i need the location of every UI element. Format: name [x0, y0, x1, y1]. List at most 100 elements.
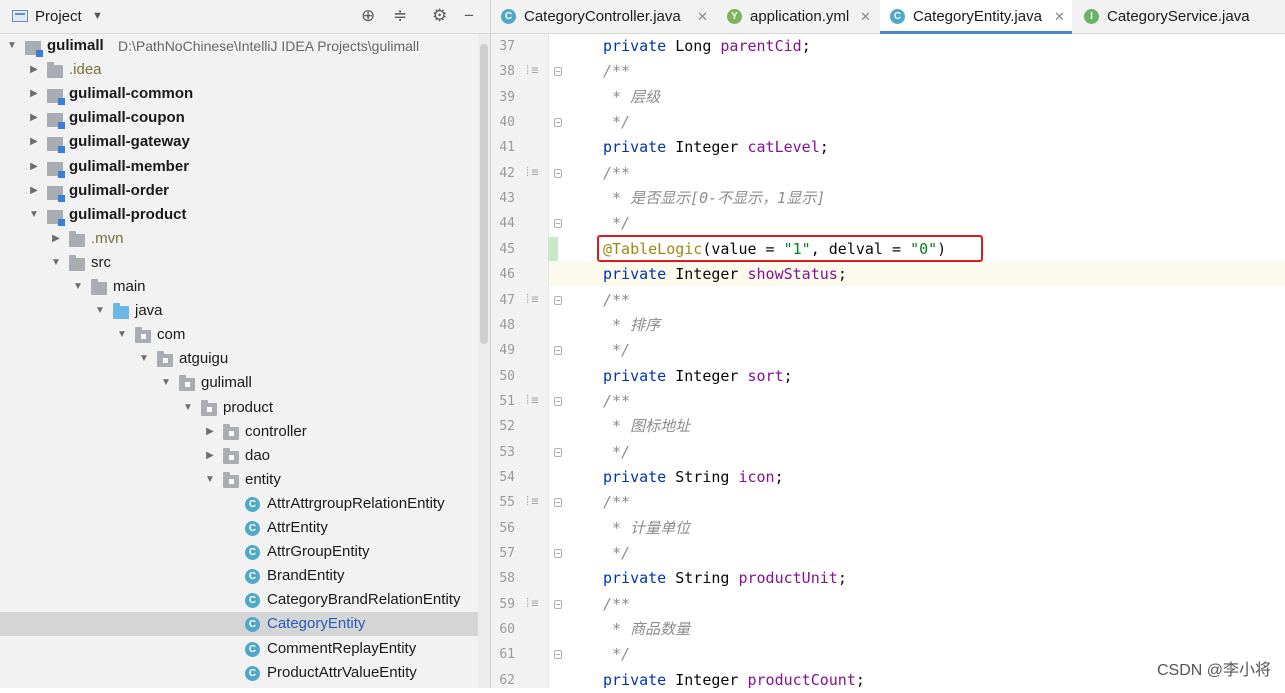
tree-item-controller[interactable]: ▶ controller — [0, 420, 478, 444]
tree-item-src[interactable]: ▼ src — [0, 251, 478, 275]
tree-item-entity[interactable]: ▼ entity — [0, 468, 478, 492]
close-icon[interactable]: ✕ — [1054, 0, 1065, 33]
collapsed-arrow-icon[interactable]: ▶ — [28, 58, 40, 82]
expanded-arrow-icon[interactable]: ▼ — [94, 299, 106, 323]
code-line[interactable]: /** — [603, 389, 630, 414]
collapsed-arrow-icon[interactable]: ▶ — [204, 444, 216, 468]
gear-icon[interactable]: ⚙ — [432, 7, 447, 25]
tab-application-yml[interactable]: Yapplication.yml ✕ — [717, 0, 878, 33]
tab-categoryentity-java[interactable]: C CategoryEntity.java ✕ — [880, 0, 1072, 34]
tree-scrollbar-thumb[interactable] — [480, 44, 488, 344]
code-line[interactable]: * 计量单位 — [603, 516, 690, 541]
code-line[interactable]: private Long parentCid; — [603, 34, 811, 59]
tree-item-commentreplayentity[interactable]: CommentReplayEntity — [0, 637, 478, 661]
collapsed-arrow-icon[interactable]: ▶ — [50, 227, 62, 251]
tree-item-gulimall-member[interactable]: ▶ gulimall-member — [0, 155, 478, 179]
code-line[interactable]: * 排序 — [603, 313, 660, 338]
expanded-arrow-icon[interactable]: ▼ — [6, 34, 18, 58]
code-line[interactable]: /** — [603, 288, 630, 313]
code-line[interactable]: */ — [603, 110, 630, 135]
tree-item-atguigu[interactable]: ▼ atguigu — [0, 347, 478, 371]
expanded-arrow-icon[interactable]: ▼ — [182, 396, 194, 420]
tree-item-attrentity[interactable]: AttrEntity — [0, 516, 478, 540]
tree-item-gulimall-gateway[interactable]: ▶ gulimall-gateway — [0, 130, 478, 154]
code-line[interactable]: private String productUnit; — [603, 566, 847, 591]
fold-marker-icon[interactable] — [554, 447, 562, 457]
code-line[interactable]: * 图标地址 — [603, 414, 690, 439]
fold-marker-icon[interactable] — [554, 295, 562, 305]
collapsed-arrow-icon[interactable]: ▶ — [28, 130, 40, 154]
project-title[interactable]: Project — [35, 8, 82, 25]
code-line[interactable]: */ — [603, 541, 630, 566]
tab-categoryservice-java[interactable]: I CategoryService.java — [1074, 0, 1285, 33]
code-line[interactable]: /** — [603, 490, 630, 515]
code-line[interactable]: /** — [603, 592, 630, 617]
tree-item-gulimall-coupon[interactable]: ▶ gulimall-coupon — [0, 106, 478, 130]
expanded-arrow-icon[interactable]: ▼ — [50, 251, 62, 275]
implementation-marker-icon[interactable]: ⁞≡ — [524, 165, 538, 180]
fold-marker-icon[interactable] — [554, 549, 562, 558]
code-line[interactable]: */ — [603, 642, 630, 667]
implementation-marker-icon[interactable]: ⁞≡ — [524, 63, 538, 78]
collapsed-arrow-icon[interactable]: ▶ — [204, 420, 216, 444]
code-line[interactable]: /** — [603, 59, 630, 84]
expanded-arrow-icon[interactable]: ▼ — [116, 323, 128, 347]
expanded-arrow-icon[interactable]: ▼ — [160, 371, 172, 395]
fold-marker-icon[interactable] — [554, 118, 562, 128]
tree-item-java[interactable]: ▼ java — [0, 299, 478, 323]
chevron-down-icon[interactable]: ▼ — [92, 10, 103, 22]
implementation-marker-icon[interactable]: ⁞≡ — [524, 596, 538, 611]
code-line[interactable]: private Integer showStatus; — [603, 262, 847, 287]
expanded-arrow-icon[interactable]: ▼ — [138, 347, 150, 371]
collapsed-arrow-icon[interactable]: ▶ — [28, 179, 40, 203]
tree-item-attrgroupentity[interactable]: AttrGroupEntity — [0, 540, 478, 564]
implementation-marker-icon[interactable]: ⁞≡ — [524, 494, 538, 509]
tree-item-gulimall[interactable]: ▼ gulimall D:\PathNoChinese\IntelliJ IDEA … — [0, 34, 478, 58]
tree-item-dao[interactable]: ▶ dao — [0, 444, 478, 468]
tree-item-productattrvalueentity[interactable]: ProductAttrValueEntity — [0, 661, 478, 685]
tree-item-gulimall[interactable]: ▼ gulimall — [0, 371, 478, 395]
collapsed-arrow-icon[interactable]: ▶ — [28, 82, 40, 106]
tree-item-brandentity[interactable]: BrandEntity — [0, 564, 478, 588]
collapsed-arrow-icon[interactable]: ▶ — [28, 155, 40, 179]
code-line[interactable]: * 商品数量 — [603, 617, 690, 642]
locate-icon[interactable]: ⊕ — [361, 7, 375, 25]
implementation-marker-icon[interactable]: ⁞≡ — [524, 393, 538, 408]
fold-marker-icon[interactable] — [554, 650, 562, 660]
implementation-marker-icon[interactable]: ⁞≡ — [524, 292, 538, 307]
code-line[interactable]: * 层级 — [603, 85, 660, 110]
tree-item-categoryentity[interactable]: CategoryEntity — [0, 612, 478, 637]
fold-marker-icon[interactable] — [554, 67, 562, 77]
expanded-arrow-icon[interactable]: ▼ — [204, 468, 216, 492]
code-line[interactable]: /** — [603, 161, 630, 186]
expanded-arrow-icon[interactable]: ▼ — [72, 275, 84, 299]
collapse-all-icon[interactable]: ≑ — [393, 7, 407, 25]
fold-marker-icon[interactable] — [554, 498, 562, 508]
fold-marker-icon[interactable] — [554, 346, 562, 356]
collapsed-arrow-icon[interactable]: ▶ — [28, 106, 40, 130]
code-line[interactable]: */ — [603, 440, 630, 465]
tree-item-main[interactable]: ▼ main — [0, 275, 478, 299]
code-line[interactable]: private Integer catLevel; — [603, 135, 829, 160]
tree-item--mvn[interactable]: ▶ .mvn — [0, 227, 478, 251]
fold-marker-icon[interactable] — [554, 599, 562, 609]
fold-marker-icon[interactable] — [554, 219, 562, 229]
tree-item-gulimall-product[interactable]: ▼ gulimall-product — [0, 203, 478, 227]
close-icon[interactable]: ✕ — [860, 0, 871, 33]
tree-item-product[interactable]: ▼ product — [0, 396, 478, 420]
fold-marker-icon[interactable] — [554, 168, 562, 178]
tree-scrollbar[interactable] — [478, 34, 490, 688]
code-line[interactable]: * 是否显示[0-不显示，1显示] — [603, 186, 825, 211]
tab-categorycontroller-java[interactable]: C CategoryController.java ✕ — [491, 0, 715, 33]
close-icon[interactable]: ✕ — [697, 0, 708, 33]
tree-item-gulimall-order[interactable]: ▶ gulimall-order — [0, 179, 478, 203]
expanded-arrow-icon[interactable]: ▼ — [28, 203, 40, 227]
fold-marker-icon[interactable] — [554, 396, 562, 406]
code-line[interactable]: private Integer productCount; — [603, 668, 865, 693]
tree-item-attrattrgrouprelationentity[interactable]: AttrAttrgroupRelationEntity — [0, 492, 478, 516]
tree-item-gulimall-common[interactable]: ▶ gulimall-common — [0, 82, 478, 106]
hide-panel-icon[interactable]: − — [464, 7, 474, 25]
tree-item--idea[interactable]: ▶ .idea — [0, 58, 478, 82]
code-line[interactable]: */ — [603, 338, 630, 363]
code-line[interactable]: private String icon; — [603, 465, 784, 490]
